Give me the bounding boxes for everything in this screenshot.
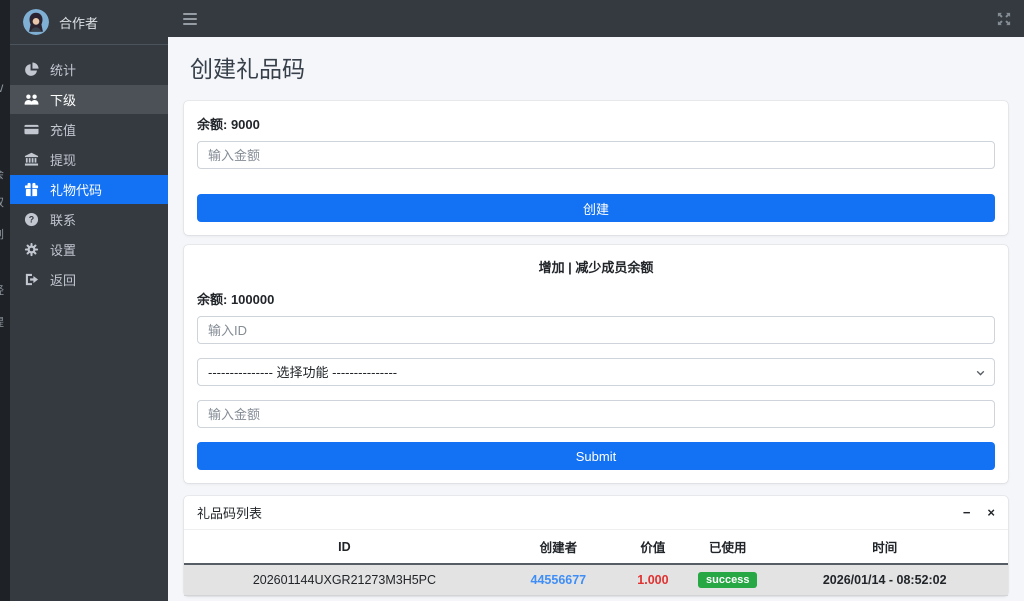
question-circle-icon: ? (23, 212, 40, 227)
function-select[interactable]: --------------- 选择功能 --------------- (197, 358, 995, 386)
col-header-id: ID (184, 530, 505, 565)
clipped-glyph: 提 (0, 318, 4, 329)
clipped-glyph: W (0, 84, 3, 95)
clipped-glyph: 会 (0, 170, 4, 181)
list-card-title: 礼品码列表 (197, 506, 263, 521)
adjust-card-title: 增加 | 减少成员余额 (538, 260, 654, 275)
col-header-used: 已使用 (694, 530, 762, 565)
sidebar-item-label: 礼物代码 (50, 183, 103, 198)
col-header-value: 价值 (611, 530, 695, 565)
gift-code-table: ID 创建者 价值 已使用 时间 202601144UXGR21273M3H5P… (184, 530, 1008, 596)
sign-out-icon (23, 272, 40, 287)
credit-card-icon (23, 122, 40, 137)
sidebar-item-settings[interactable]: 设置 (10, 235, 168, 264)
cell-creator: 44556677 (504, 564, 612, 596)
cell-value: 1.000 (611, 564, 695, 596)
sidebar-item-back[interactable]: 返回 (10, 265, 168, 294)
main-content: 创建礼品码 余额: 9000 创建 增加 | 减少成员余额 余额: 100000… (168, 37, 1024, 601)
status-badge: success (698, 572, 758, 588)
sidebar-item-label: 统计 (50, 63, 77, 78)
sidebar-item-subordinates[interactable]: 下级 (10, 85, 168, 114)
cell-status: success (694, 564, 762, 596)
member-id-input[interactable] (197, 316, 995, 344)
create-button[interactable]: 创建 (197, 194, 995, 222)
card-tools: − × (963, 506, 995, 519)
sidebar-item-label: 联系 (50, 213, 77, 228)
fullscreen-icon[interactable] (997, 12, 1011, 26)
close-icon[interactable]: × (987, 506, 995, 519)
gift-code-list-card: 礼品码列表 − × ID 创建者 价值 已使用 时间 202601144UXGR… (184, 496, 1008, 596)
adjust-balance-card: 增加 | 减少成员余额 余额: 100000 --------------- 选… (184, 245, 1008, 483)
col-header-creator: 创建者 (504, 530, 612, 565)
users-icon (23, 92, 40, 107)
sidebar-item-recharge[interactable]: 充值 (10, 115, 168, 144)
col-header-time: 时间 (761, 530, 1008, 565)
gear-icon (23, 242, 40, 257)
sidebar-item-label: 返回 (50, 273, 77, 288)
balance-label: 余额: 9000 (197, 117, 260, 132)
sidebar-item-label: 充值 (50, 123, 77, 138)
background-edge-strip: W [ : 会 双 刮 经 提 (0, 0, 10, 601)
table-row: 202601144UXGR21273M3H5PC 44556677 1.000 … (184, 564, 1008, 596)
clipped-glyph: 刮 (0, 230, 4, 241)
avatar (23, 9, 49, 35)
clipped-glyph: 经 (0, 286, 4, 297)
adjust-amount-input[interactable] (197, 400, 995, 428)
top-navbar (168, 0, 1024, 37)
hamburger-menu-icon[interactable] (181, 10, 199, 28)
svg-text:?: ? (29, 215, 34, 225)
table-header-row: ID 创建者 价值 已使用 时间 (184, 530, 1008, 565)
brand-name: 合作者 (59, 15, 99, 31)
sidebar-item-withdraw[interactable]: 提现 (10, 145, 168, 174)
clipped-glyph: 双 (0, 198, 4, 209)
page-title: 创建礼品码 (190, 56, 305, 82)
sidebar-brand[interactable]: 合作者 (10, 0, 168, 45)
sidebar-item-contact[interactable]: ? 联系 (10, 205, 168, 234)
sidebar-item-statistics[interactable]: 统计 (10, 55, 168, 84)
minimize-icon[interactable]: − (963, 506, 971, 519)
sidebar-item-label: 设置 (50, 243, 77, 258)
list-card-header: 礼品码列表 − × (184, 496, 1008, 530)
sidebar-item-label: 提现 (50, 153, 77, 168)
sidebar-menu: 统计 下级 充值 提现 礼物代码 ? 联系 设置 返回 (10, 45, 168, 294)
amount-input[interactable] (197, 141, 995, 169)
cell-gift-code-id: 202601144UXGR21273M3H5PC (184, 564, 505, 596)
function-select-wrap: --------------- 选择功能 --------------- (197, 358, 995, 386)
create-gift-code-card: 余额: 9000 创建 (184, 101, 1008, 235)
cell-time: 2026/01/14 - 08:52:02 (761, 564, 1008, 596)
sidebar-item-label: 下级 (50, 93, 77, 108)
submit-button[interactable]: Submit (197, 442, 995, 470)
sidebar: 合作者 统计 下级 充值 提现 礼物代码 ? 联系 设置 返回 (10, 0, 168, 601)
chart-pie-icon (23, 62, 40, 77)
bank-icon (23, 152, 40, 167)
sidebar-item-gift-codes[interactable]: 礼物代码 (10, 175, 168, 204)
gift-icon (23, 182, 40, 197)
member-balance-label: 余额: 100000 (197, 292, 275, 307)
